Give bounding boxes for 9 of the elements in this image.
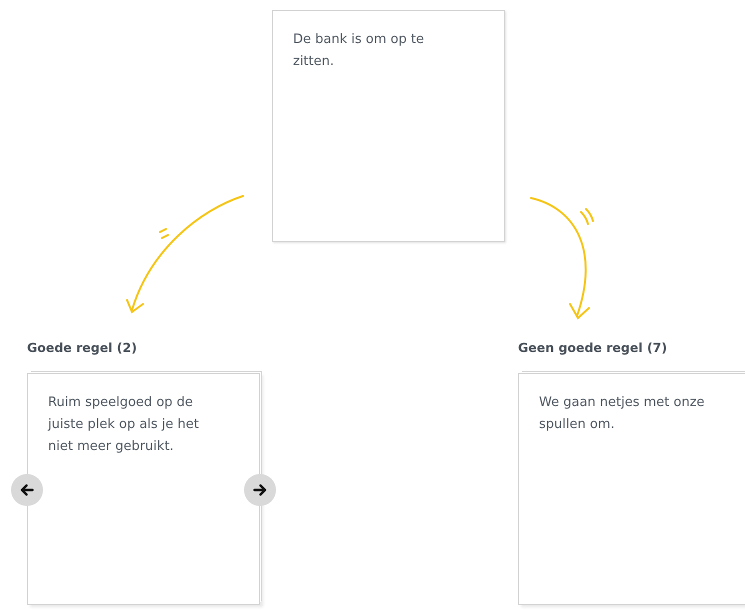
arrow-left-icon <box>20 484 34 496</box>
rule-text: Ruim speelgoed op de juiste plek op als je het niet meer gebruikt. <box>48 394 200 456</box>
rule-text: We gaan netjes met onze spullen om. <box>539 394 706 434</box>
column-heading: Goede regel (2) <box>27 340 138 355</box>
statement-text: De bank is om op te zitten. <box>293 31 425 71</box>
previous-button[interactable] <box>11 474 43 506</box>
column-heading: Geen goede regel (7) <box>518 340 668 355</box>
next-button[interactable] <box>244 474 276 506</box>
arrow-right-icon <box>253 484 267 496</box>
